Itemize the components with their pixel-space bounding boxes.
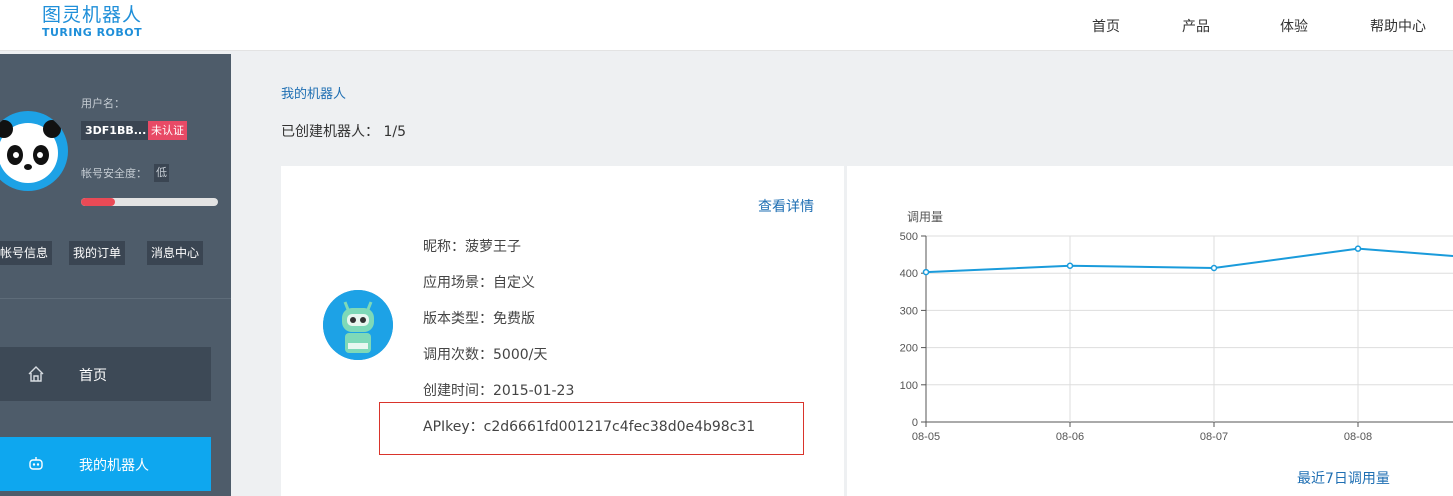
robot-icon — [29, 457, 43, 470]
turing-robot-logo[interactable]: 图灵机器人 TURING ROBOT — [42, 4, 142, 40]
username-label: 用户名： — [81, 97, 125, 110]
sidebar-item-my-robot[interactable]: 我的机器人 — [0, 437, 211, 491]
chart-y-tick-label: 0 — [912, 417, 918, 429]
view-details-link[interactable]: 查看详情 — [758, 196, 814, 216]
user-avatar[interactable] — [0, 111, 68, 191]
nav-home[interactable]: 首页 — [1092, 16, 1120, 36]
my-orders-button[interactable]: 我的订单 — [69, 241, 126, 265]
robot-avatar — [323, 290, 393, 360]
recent-7-day-usage-link[interactable]: 最近7日调用量 — [1297, 468, 1390, 488]
robot-call-limit: 调用次数：5000/天 — [423, 347, 548, 363]
security-progress-fill — [81, 198, 116, 206]
chart-series-line — [925, 247, 1453, 274]
security-level: 低 — [154, 164, 169, 182]
robot-info-card: 查看详情 昵称：菠萝王子 应用场景：自定义 版本类型：免费版 调用次数：5000… — [281, 166, 844, 496]
home-icon — [28, 366, 44, 382]
verify-status-badge[interactable]: 未认证 — [148, 121, 187, 140]
nav-help-center[interactable]: 帮助中心 — [1370, 16, 1426, 36]
usage-line-chart: 0 100 200 300 400 500 08-05 08-06 08-07 08-08 — [900, 231, 1453, 443]
security-label: 帐号安全度： — [81, 167, 147, 180]
sidebar-divider — [0, 298, 231, 299]
chart-x-tick-label: 08-05 — [912, 431, 940, 443]
usage-chart-card: 调用量 0 100 200 300 400 500 08-05 08-06 08-07 08-08… — [847, 166, 1453, 496]
chart-y-tick-label: 500 — [900, 231, 918, 243]
robot-scenario: 应用场景：自定义 — [423, 275, 535, 291]
robot-nickname: 昵称：菠萝王子 — [423, 239, 521, 255]
chart-data-point — [1210, 264, 1218, 272]
sidebar-item-label: 首页 — [79, 368, 107, 384]
created-robot-count: 已创建机器人： 1/5 — [281, 124, 406, 140]
chart-y-tick-label: 400 — [900, 268, 918, 280]
breadcrumb[interactable]: 我的机器人 — [281, 83, 346, 102]
username: 3DF1BB... — [81, 121, 151, 140]
nav-products[interactable]: 产品 — [1182, 16, 1210, 36]
panda-icon — [0, 120, 61, 183]
sidebar-item-label: 我的机器人 — [79, 458, 149, 474]
robot-created-date: 创建时间：2015-01-23 — [423, 383, 575, 399]
chart-x-tick-label: 08-07 — [1200, 431, 1228, 443]
robot-mascot-icon — [323, 290, 393, 360]
chart-y-tick-label: 200 — [900, 343, 918, 355]
robot-version: 版本类型：免费版 — [423, 311, 535, 327]
security-progress-bar — [81, 198, 218, 206]
robot-apikey[interactable]: APIkey：c2d6661fd001217c4fec38d0e4b98c31 — [423, 416, 755, 436]
sidebar-item-home[interactable]: 首页 — [0, 347, 211, 401]
chart-y-tick-label: 300 — [900, 305, 918, 317]
chart-x-tick-label: 08-08 — [1344, 431, 1372, 443]
chart-data-point — [1354, 245, 1362, 252]
chart-x-tick-label: 08-06 — [1056, 431, 1084, 443]
chart-y-tick-label: 100 — [900, 380, 918, 392]
sidebar: 用户名： 3DF1BB... 未认证 帐号安全度： 低 帐号信息 我的订单 消息… — [0, 54, 231, 496]
chart-data-point — [1066, 262, 1074, 270]
message-center-button[interactable]: 消息中心 — [147, 241, 204, 265]
logo-text-cn: 图灵机器人 — [42, 4, 143, 26]
top-header: 图灵机器人 TURING ROBOT 首页 产品 体验 帮助中心 — [0, 0, 1453, 51]
nav-experience[interactable]: 体验 — [1280, 16, 1308, 36]
chart-data-point — [922, 268, 930, 276]
account-info-button[interactable]: 帐号信息 — [0, 241, 53, 265]
logo-text-en: TURING ROBOT — [42, 26, 143, 39]
